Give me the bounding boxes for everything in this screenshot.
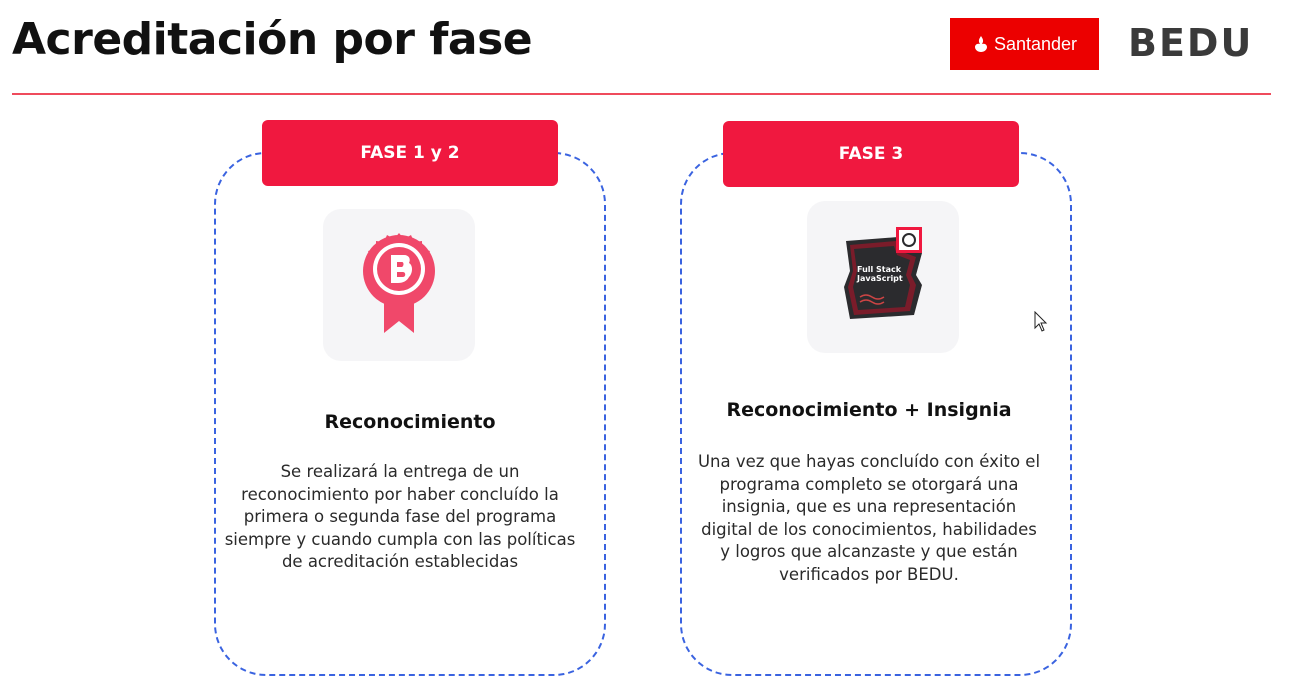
santander-label: Santander bbox=[993, 33, 1078, 54]
card-title-1: Reconocimiento bbox=[324, 411, 496, 433]
ribbon-award-icon bbox=[323, 209, 475, 361]
header-divider bbox=[12, 93, 1271, 95]
santander-logo: Santander bbox=[950, 18, 1099, 70]
bedu-logo: BEDU bbox=[1128, 21, 1254, 65]
page-title: Acreditación por fase bbox=[12, 14, 533, 65]
card-body-1: Se realizará la entrega de un reconocimi… bbox=[224, 462, 576, 571]
mouse-cursor-icon bbox=[1034, 311, 1048, 332]
digital-badge-icon: Full Stack JavaScript bbox=[807, 201, 959, 353]
card-body-2: Una vez que hayas concluído con éxito el… bbox=[697, 452, 1041, 584]
card-title-2: Reconocimiento + Insignia bbox=[726, 399, 1012, 421]
phase-label-2: FASE 3 bbox=[723, 121, 1019, 187]
badge-text-line-1: Full Stack bbox=[857, 265, 902, 274]
badge-text-line-2: JavaScript bbox=[856, 274, 903, 283]
santander-flame-icon bbox=[974, 36, 987, 52]
phase-label-1: FASE 1 y 2 bbox=[262, 120, 558, 186]
